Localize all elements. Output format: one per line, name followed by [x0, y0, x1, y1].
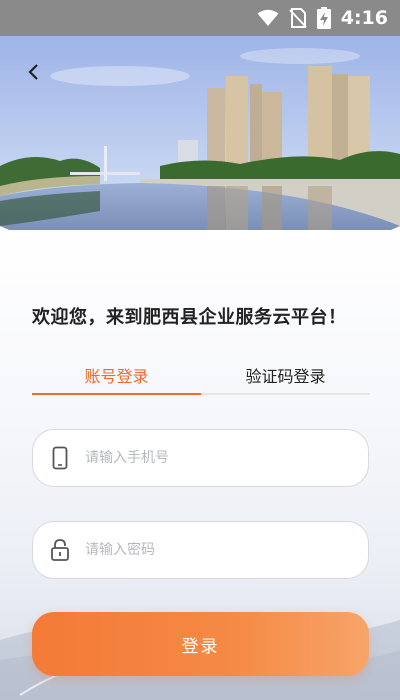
password-field: [32, 521, 369, 579]
tabs-underline: [32, 393, 370, 395]
active-tab-indicator: [32, 393, 201, 395]
status-bar: 4:16: [0, 0, 400, 36]
wifi-icon: [257, 9, 279, 26]
tab-code-login[interactable]: 验证码登录: [201, 355, 370, 397]
phone-icon: [47, 445, 73, 471]
tab-account-login[interactable]: 账号登录: [32, 355, 201, 397]
chevron-left-icon: [28, 64, 38, 80]
phone-input[interactable]: [85, 450, 345, 466]
no-sim-icon: [289, 8, 307, 28]
status-time: 4:16: [340, 7, 388, 29]
login-button[interactable]: 登录: [32, 612, 369, 676]
password-input[interactable]: [85, 542, 345, 558]
battery-charging-icon: [316, 7, 331, 29]
welcome-title: 欢迎您，来到肥西县企业服务云平台！: [32, 307, 347, 328]
login-tabs: 账号登录 验证码登录: [32, 355, 370, 397]
lock-icon: [47, 537, 73, 563]
back-button[interactable]: [18, 56, 50, 88]
phone-field: [32, 429, 369, 487]
